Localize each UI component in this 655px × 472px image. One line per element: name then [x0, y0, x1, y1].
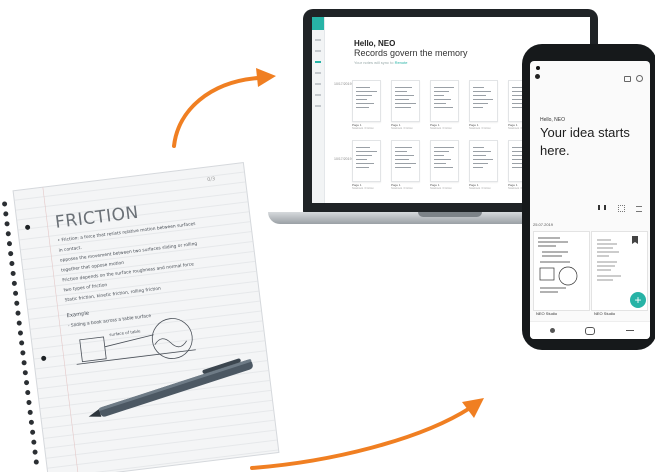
arrow-head-icon [462, 398, 484, 418]
arrow-head-icon [256, 68, 276, 87]
page-number: 0/3 [207, 176, 216, 183]
arrow-to-laptop [172, 76, 260, 148]
notebook: FRICTION 0/3 • Friction: a force that re… [2, 162, 280, 472]
